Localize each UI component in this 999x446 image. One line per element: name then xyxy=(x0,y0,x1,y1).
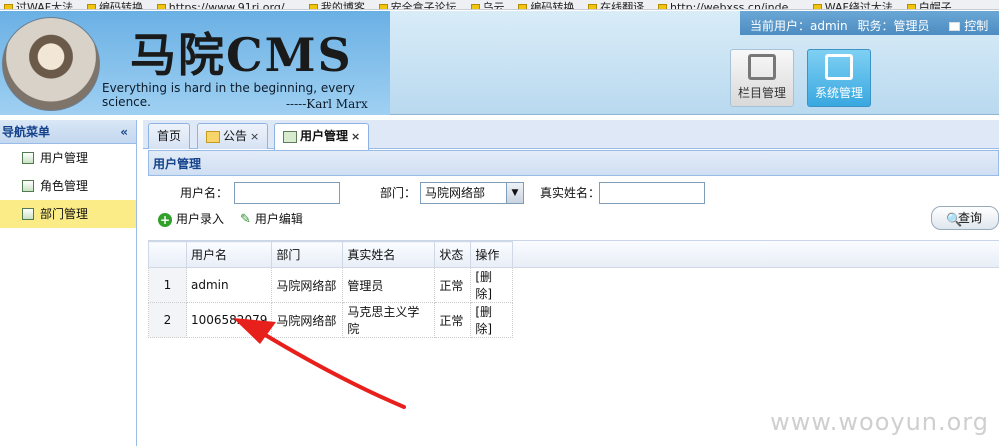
col-realname[interactable]: 真实姓名 xyxy=(342,241,436,268)
bookmark-item[interactable]: 乌云 xyxy=(467,2,511,9)
username-input[interactable] xyxy=(234,182,340,204)
logo-author: -----Karl Marx xyxy=(286,97,368,111)
bookmark-item[interactable]: 白帽子 xyxy=(903,2,958,9)
page-icon xyxy=(22,208,34,220)
sidebar-item-label: 角色管理 xyxy=(40,179,89,193)
sidebar-title: 导航菜单 xyxy=(2,125,51,139)
logo-title: 马院CMS xyxy=(130,28,353,82)
bookmark-icon xyxy=(4,3,13,9)
control-panel-icon[interactable] xyxy=(949,22,961,31)
delete-link[interactable]: [删除] xyxy=(470,267,514,303)
tab-bar: 首页 公告 × 用户管理 × xyxy=(143,120,999,150)
delete-link[interactable]: [删除] xyxy=(470,302,514,338)
close-icon[interactable]: × xyxy=(351,130,360,143)
settings-sliders-icon xyxy=(825,54,853,80)
panel-title: 用户管理 xyxy=(148,150,999,176)
col-op[interactable]: 操作 xyxy=(470,241,514,268)
folder-icon xyxy=(206,130,220,143)
sidebar-item-dept-manage[interactable]: 部门管理 xyxy=(0,200,136,228)
bookmark-item[interactable]: 安全盒子论坛 xyxy=(375,2,463,9)
edit-square-icon xyxy=(748,54,776,80)
bookmark-item[interactable]: 过WAF大法 xyxy=(0,2,79,9)
row-number-header xyxy=(148,241,187,268)
query-button[interactable]: 🔍 查询 xyxy=(931,206,999,230)
bookmark-icon xyxy=(657,3,667,9)
logo-banner: 马院CMS Everything is hard in the beginnin… xyxy=(0,11,390,115)
realname-input[interactable] xyxy=(599,182,705,204)
sidebar: 导航菜单 « 用户管理 角色管理 部门管理 xyxy=(0,120,137,446)
tab-home[interactable]: 首页 xyxy=(148,123,191,149)
bookmark-item[interactable]: 编码转换 xyxy=(83,2,149,9)
bookmark-item[interactable]: WAF绕过大法 xyxy=(809,2,899,9)
table-header-row: 用户名 部门 真实姓名 状态 操作 xyxy=(148,241,514,268)
dept-select[interactable]: 马院网络部 ▼ xyxy=(420,182,524,204)
sidebar-header: 导航菜单 « xyxy=(0,120,136,144)
add-user-button[interactable]: + 用户录入 xyxy=(158,210,224,227)
bookmark-item[interactable]: 在线翻译 xyxy=(584,2,650,9)
bookmark-icon xyxy=(812,3,822,9)
cell-realname: 马克思主义学院 xyxy=(342,302,436,338)
bookmark-icon xyxy=(86,3,96,9)
cell-dept: 马院网络部 xyxy=(271,267,344,303)
bookmark-icon xyxy=(308,3,318,9)
bookmark-item[interactable]: http://webxss.cn/inde... xyxy=(654,2,805,9)
bookmark-icon xyxy=(156,3,166,9)
row-number: 2 xyxy=(148,302,187,338)
chevron-down-icon[interactable]: ▼ xyxy=(506,183,523,203)
sidebar-item-role-manage[interactable]: 角色管理 xyxy=(0,172,136,200)
tab-notice[interactable]: 公告 × xyxy=(197,123,269,149)
table-row[interactable]: 1 admin 马院网络部 管理员 正常 [删除] xyxy=(148,267,514,303)
sidebar-item-label: 部门管理 xyxy=(40,207,89,221)
plus-icon: + xyxy=(158,212,172,227)
cell-username: admin xyxy=(185,267,273,303)
bookmark-icon xyxy=(518,3,528,9)
col-username[interactable]: 用户名 xyxy=(185,241,273,268)
portrait-image xyxy=(2,17,100,111)
tab-user-manage[interactable]: 用户管理 × xyxy=(274,123,370,150)
cell-realname: 管理员 xyxy=(342,267,436,303)
user-info-bar: 当前用户：admin 职务：管理员 控制 xyxy=(750,17,999,34)
current-user: 当前用户：admin xyxy=(750,19,848,33)
col-dept[interactable]: 部门 xyxy=(271,241,344,268)
bookmark-icon xyxy=(378,3,388,9)
sidebar-item-label: 用户管理 xyxy=(40,151,89,165)
dept-label: 部门： xyxy=(380,186,417,200)
username-label: 用户名： xyxy=(180,186,229,200)
bookmark-item[interactable]: 编码转换 xyxy=(514,2,580,9)
page-icon xyxy=(283,130,297,143)
bookmark-icon xyxy=(588,3,598,9)
collapse-icon[interactable]: « xyxy=(120,120,128,144)
app-header: 马院CMS Everything is hard in the beginnin… xyxy=(0,11,999,115)
sidebar-item-user-manage[interactable]: 用户管理 xyxy=(0,144,136,172)
grid-header-filler xyxy=(508,241,999,268)
main-content: 首页 公告 × 用户管理 × 用户管理 用户名： 部门： 马院网络部 ▼ 真实姓名：… xyxy=(143,120,999,446)
page-icon xyxy=(22,180,34,192)
bookmark-item[interactable]: https://www.91ri.org/... xyxy=(153,2,301,9)
cell-dept: 马院网络部 xyxy=(271,302,344,338)
pencil-icon: ✎ xyxy=(240,212,251,227)
page-icon xyxy=(22,152,34,164)
user-table: 用户名 部门 真实姓名 状态 操作 1 admin 马院网络部 管理员 正常 [… xyxy=(148,241,514,338)
control-panel-link[interactable]: 控制 xyxy=(964,19,988,33)
column-manage-button[interactable]: 栏目管理 xyxy=(730,49,794,107)
bookmark-icon xyxy=(906,3,916,9)
watermark: www.wooyun.org xyxy=(770,408,989,436)
user-role: 职务：管理员 xyxy=(857,19,930,33)
row-number: 1 xyxy=(148,267,187,303)
realname-label: 真实姓名： xyxy=(540,186,601,200)
cell-status: 正常 xyxy=(434,267,472,303)
bookmark-item[interactable]: 我的博客 xyxy=(305,2,371,9)
system-manage-button[interactable]: 系统管理 xyxy=(807,49,871,107)
cell-status: 正常 xyxy=(434,302,472,338)
table-row[interactable]: 2 1006582079 马院网络部 马克思主义学院 正常 [删除] xyxy=(148,302,514,338)
col-status[interactable]: 状态 xyxy=(434,241,472,268)
search-icon: 🔍 xyxy=(946,213,963,228)
edit-user-button[interactable]: ✎ 用户编辑 xyxy=(240,210,303,227)
bookmark-icon xyxy=(470,3,480,9)
close-icon[interactable]: × xyxy=(250,130,259,143)
filter-bar: 用户名： 部门： 马院网络部 ▼ 真实姓名： + 用户录入 ✎ 用户编辑 🔍 查询 xyxy=(148,180,999,236)
bookmarks-bar: 过WAF大法 编码转换 https://www.91ri.org/... 我的博… xyxy=(0,0,999,10)
cell-username: 1006582079 xyxy=(185,302,273,338)
